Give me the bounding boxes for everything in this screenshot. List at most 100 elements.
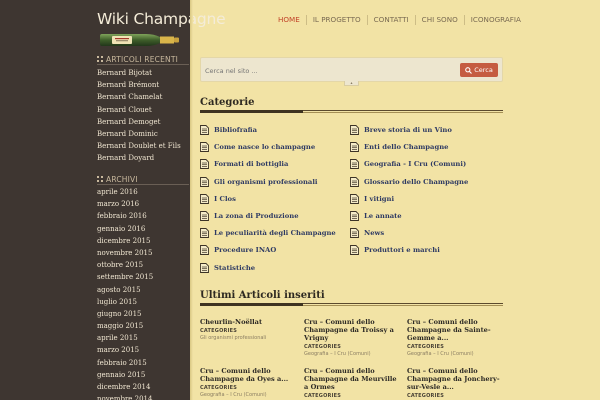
archive-month-link[interactable]: marzo 2016: [97, 198, 153, 210]
recent-article-link[interactable]: Bernard Chamelat: [97, 91, 181, 103]
article-card: Cru – Comuni dello Champagne da Oyes a..…: [200, 367, 296, 398]
archive-month-link[interactable]: novembre 2015: [97, 247, 153, 259]
search-button[interactable]: Cerca: [460, 63, 498, 77]
article-categories-label: CATEGORIES: [304, 393, 342, 399]
category-label: I vitigni: [364, 194, 395, 203]
category-link[interactable]: Come nasce lo champagne: [200, 141, 315, 153]
archive-month-link[interactable]: ottobre 2015: [97, 259, 153, 271]
archive-month-link[interactable]: febbraio 2016: [97, 210, 153, 222]
document-icon: [350, 176, 359, 187]
article-title-link[interactable]: Cru – Comuni dello Champagne da Sainte-G…: [407, 318, 503, 342]
recent-article-link[interactable]: Bernard Doublet et Fils: [97, 140, 181, 152]
archive-month-link[interactable]: dicembre 2015: [97, 235, 153, 247]
archive-month-link[interactable]: marzo 2015: [97, 344, 153, 356]
recent-article-link[interactable]: Bernard Clouet: [97, 104, 181, 116]
top-navigation: HOME IL PROGETTO CONTATTI CHI SONO ICONOGRAF…: [272, 15, 527, 25]
category-link[interactable]: Bibliofrafia: [200, 124, 257, 136]
category-link[interactable]: Le annate: [350, 210, 402, 222]
article-card: Cru – Comuni dello Champagne da Troissy …: [304, 318, 400, 357]
category-label: Enti dello Champagne: [364, 143, 449, 152]
document-icon: [200, 262, 209, 273]
nav-item-il-progetto[interactable]: IL PROGETTO: [305, 15, 367, 25]
article-title-link[interactable]: Cheurlin-Noëllat: [200, 318, 296, 326]
category-link[interactable]: Produttori e marchi: [350, 244, 440, 256]
category-link[interactable]: Procedure INAO: [200, 244, 276, 256]
archive-month-link[interactable]: agosto 2015: [97, 284, 153, 296]
sidebar: Wiki Champagne ARTICOLI RECENTI Bernard …: [0, 0, 226, 400]
recent-articles-list: Bernard Bijotat Bernard Brémont Bernard Ch…: [97, 67, 181, 165]
archive-list: aprile 2016 marzo 2016 febbraio 2016 gennai…: [97, 186, 153, 400]
archive-month-link[interactable]: dicembre 2014: [97, 381, 153, 393]
archive-month-link[interactable]: febbraio 2015: [97, 357, 153, 369]
document-icon: [200, 245, 209, 256]
document-icon: [200, 228, 209, 239]
category-link[interactable]: Gli organismi professionali: [200, 176, 318, 188]
category-link[interactable]: I Clos: [200, 193, 236, 205]
category-label: News: [364, 229, 385, 238]
document-icon: [200, 193, 209, 204]
document-icon: [350, 142, 359, 153]
document-icon: [200, 176, 209, 187]
category-link[interactable]: La zona di Produzione: [200, 210, 299, 222]
article-card: Cru – Comuni dello Champagne da Sainte-G…: [407, 318, 503, 357]
category-link[interactable]: Geografia - I Cru (Comuni): [350, 158, 466, 170]
document-icon: [200, 211, 209, 221]
article-categories-label: CATEGORIES: [407, 344, 445, 350]
nav-item-chi-sono[interactable]: CHI SONO: [414, 15, 464, 25]
category-link[interactable]: Formati di bottiglia: [200, 158, 288, 170]
category-link[interactable]: Breve storia di un Vino: [350, 124, 452, 136]
category-label: Bibliofrafia: [214, 126, 258, 134]
recent-article-link[interactable]: Bernard Doyard: [97, 152, 181, 164]
document-icon: [350, 211, 359, 221]
archive-month-link[interactable]: aprile 2015: [97, 332, 153, 344]
article-categories-label: CATEGORIES: [407, 393, 445, 399]
latest-articles-heading: Ultimi Articoli inseriti: [200, 290, 325, 301]
category-label: Geografia - I Cru (Comuni): [364, 160, 467, 169]
archive-month-link[interactable]: giugno 2015: [97, 308, 153, 320]
archive-month-link[interactable]: novembre 2014: [97, 393, 153, 400]
categories-divider: [200, 110, 503, 113]
search-input[interactable]: [205, 64, 445, 77]
archive-month-link[interactable]: maggio 2015: [97, 320, 153, 332]
article-title-link[interactable]: Cru – Comuni dello Champagne da Jonchery…: [407, 367, 503, 391]
site-logo-text[interactable]: Wiki Champagne: [97, 10, 226, 28]
champagne-bottle-logo[interactable]: [100, 30, 180, 50]
article-card: Cru – Comuni dello Champagne da Meurvill…: [304, 367, 400, 400]
archive-month-link[interactable]: aprile 2016: [97, 186, 153, 198]
recent-article-link[interactable]: Bernard Bijotat: [97, 67, 181, 79]
category-link[interactable]: Le peculiarità degli Champagne: [200, 227, 336, 239]
archive-month-link[interactable]: gennaio 2016: [97, 223, 153, 235]
archive-heading: ARCHIVI: [97, 175, 138, 184]
recent-article-link[interactable]: Bernard Demoget: [97, 116, 181, 128]
nav-item-home[interactable]: HOME: [272, 15, 306, 25]
category-label: Breve storia di un Vino: [364, 126, 452, 134]
search-icon: [465, 66, 473, 74]
categories-heading: Categorie: [200, 97, 255, 108]
article-category-link[interactable]: Geografia – I Cru (Comuni): [407, 351, 503, 357]
article-categories-label: CATEGORIES: [200, 385, 238, 391]
article-category-link[interactable]: Geografia – I Cru (Comuni): [304, 351, 400, 357]
archive-month-link[interactable]: settembre 2015: [97, 271, 153, 283]
article-title-link[interactable]: Cru – Comuni dello Champagne da Troissy …: [304, 318, 400, 342]
category-label: I Clos: [214, 194, 236, 203]
document-icon: [200, 159, 209, 170]
article-category-link[interactable]: Gli organismi professionali: [200, 335, 296, 341]
archive-month-link[interactable]: gennaio 2015: [97, 369, 153, 381]
article-category-link[interactable]: Geografia – I Cru (Comuni): [200, 392, 296, 398]
nav-item-iconografia[interactable]: ICONOGRAFIA: [463, 15, 527, 25]
category-link[interactable]: I vitigni: [350, 193, 394, 205]
category-link[interactable]: Glossario dello Champagne: [350, 176, 468, 188]
recent-article-link[interactable]: Bernard Brémont: [97, 79, 181, 91]
search-collapse-toggle[interactable]: ▴: [344, 81, 359, 86]
recent-article-link[interactable]: Bernard Dominic: [97, 128, 181, 140]
category-link[interactable]: Statistiche: [200, 262, 255, 274]
document-icon: [200, 142, 209, 153]
article-title-link[interactable]: Cru – Comuni dello Champagne da Oyes a..…: [200, 367, 296, 383]
archive-month-link[interactable]: luglio 2015: [97, 296, 153, 308]
article-title-link[interactable]: Cru – Comuni dello Champagne da Meurvill…: [304, 367, 400, 391]
article-card: Cheurlin-Noëllat CATEGORIES Gli organismi …: [200, 318, 296, 341]
nav-item-contatti[interactable]: CONTATTI: [366, 15, 415, 25]
category-link[interactable]: Enti dello Champagne: [350, 141, 448, 153]
category-label: Gli organismi professionali: [214, 177, 318, 186]
category-link[interactable]: News: [350, 227, 384, 239]
